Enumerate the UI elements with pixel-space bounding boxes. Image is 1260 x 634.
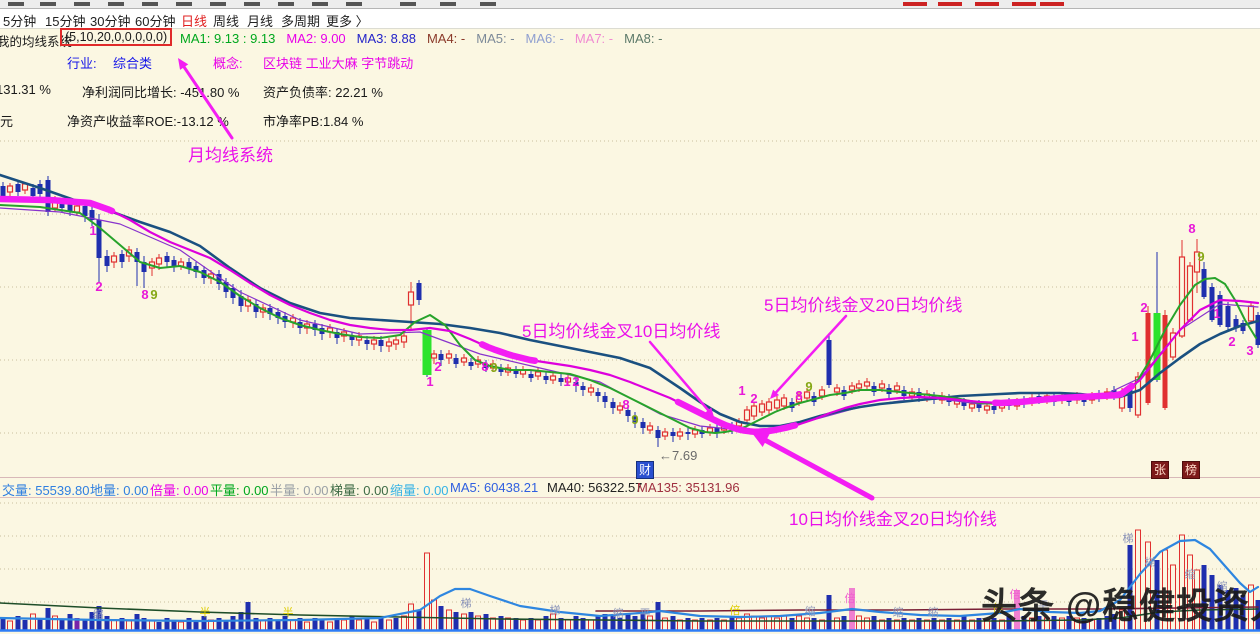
lowest-price-label: ←7.69 [659,448,698,463]
volume-signal-label: 梯 [460,598,472,610]
volume-signal-label: 缩 [892,607,904,619]
candle-count-label: 1 [1213,306,1221,321]
candle-count-label: 2 [1140,300,1148,315]
volume-signal-label: 倍 [844,593,856,605]
candle-count-label: 3 [1246,343,1254,358]
candle-count-label: 9 [1197,249,1205,264]
volume-signal-label: 倍 [729,605,741,617]
candle-count-label: 2 [572,374,580,389]
finance-badge-button[interactable]: 财 [636,461,654,479]
volume-signal-label: 梯 [1122,533,1134,545]
volume-indicator-status-bar: 交量: 55539.80 地量: 0.00 倍量: 0.00 平量: 0.00 半量: … [0,480,1260,498]
candle-count-label: 2 [1228,334,1236,349]
candle-count-label: 1 [563,374,571,389]
zhang-badge-button[interactable]: 张 [1151,461,1169,479]
volume-signal-label: 半 [282,607,294,619]
candle-count-label: 9 [805,379,813,394]
volume-signal-label: 半 [199,607,211,619]
candle-count-label: 8 [481,359,489,374]
volume-signal-label: 缩 [804,606,816,618]
candle-count-label: 9 [490,360,498,375]
pane-divider-top [0,477,1260,478]
candle-count-label: 1 [426,374,434,389]
volume-signal-label: 缩 [92,609,104,621]
candle-count-label: 8 [141,287,149,302]
candle-count-label: 8 [622,397,630,412]
status-item-MA40: MA40: 56322.57 [547,480,643,495]
volume-signal-label: 梯 [1144,557,1156,569]
annotation-cross-5-20: 5日均价线金叉20日均价线 [764,296,963,315]
status-item-倍量: 倍量: 0.00 [150,483,209,498]
candle-count-label: 8 [795,388,803,403]
volume-signal-label: 缩 [927,607,939,619]
watermark-text: 头条 @稳健投资人 [981,585,1260,626]
status-item-缩量: 缩量: 0.00 [390,483,449,498]
bang-badge-button[interactable]: 榜 [1182,461,1200,479]
candle-count-label: 1 [1131,329,1139,344]
status-item-地量: 地量: 0.00 [90,483,149,498]
candle-count-label: 9 [631,412,639,427]
status-item-MA135: MA135: 35131.96 [637,480,740,495]
candle-count-label: 2 [434,359,442,374]
candle-count-label: 1 [89,223,97,238]
candle-count-label: 2 [750,391,758,406]
volume-signal-label: 缩 [612,608,624,620]
candle-count-label: 2 [95,279,103,294]
trading-app-window: 5分钟 15分钟 30分钟 60分钟 日线 周线 月线 多周期 更多 〉 我的均线系统 (5,1… [0,0,1260,634]
annotation-cross-10-20: 10日均价线金叉20日均价线 [789,510,997,529]
volume-signal-label: 平 [639,608,651,620]
candle-count-label: 9 [150,287,158,302]
candle-count-label: 1 [738,383,746,398]
status-item-平量: 平量: 0.00 [210,483,269,498]
annotation-monthly-ma-system: 月均线系统 [188,146,273,165]
candle-count-label: 8 [1188,221,1196,236]
status-item-交量: 交量: 55539.80 [2,483,90,498]
status-item-半量: 半量: 0.00 [270,483,329,498]
annotation-cross-5-10: 5日均价线金叉10日均价线 [522,322,721,341]
volume-signal-label: 梯 [549,605,561,617]
status-item-MA5: MA5: 60438.21 [450,480,539,495]
status-item-梯量: 梯量: 0.00 [330,483,389,498]
